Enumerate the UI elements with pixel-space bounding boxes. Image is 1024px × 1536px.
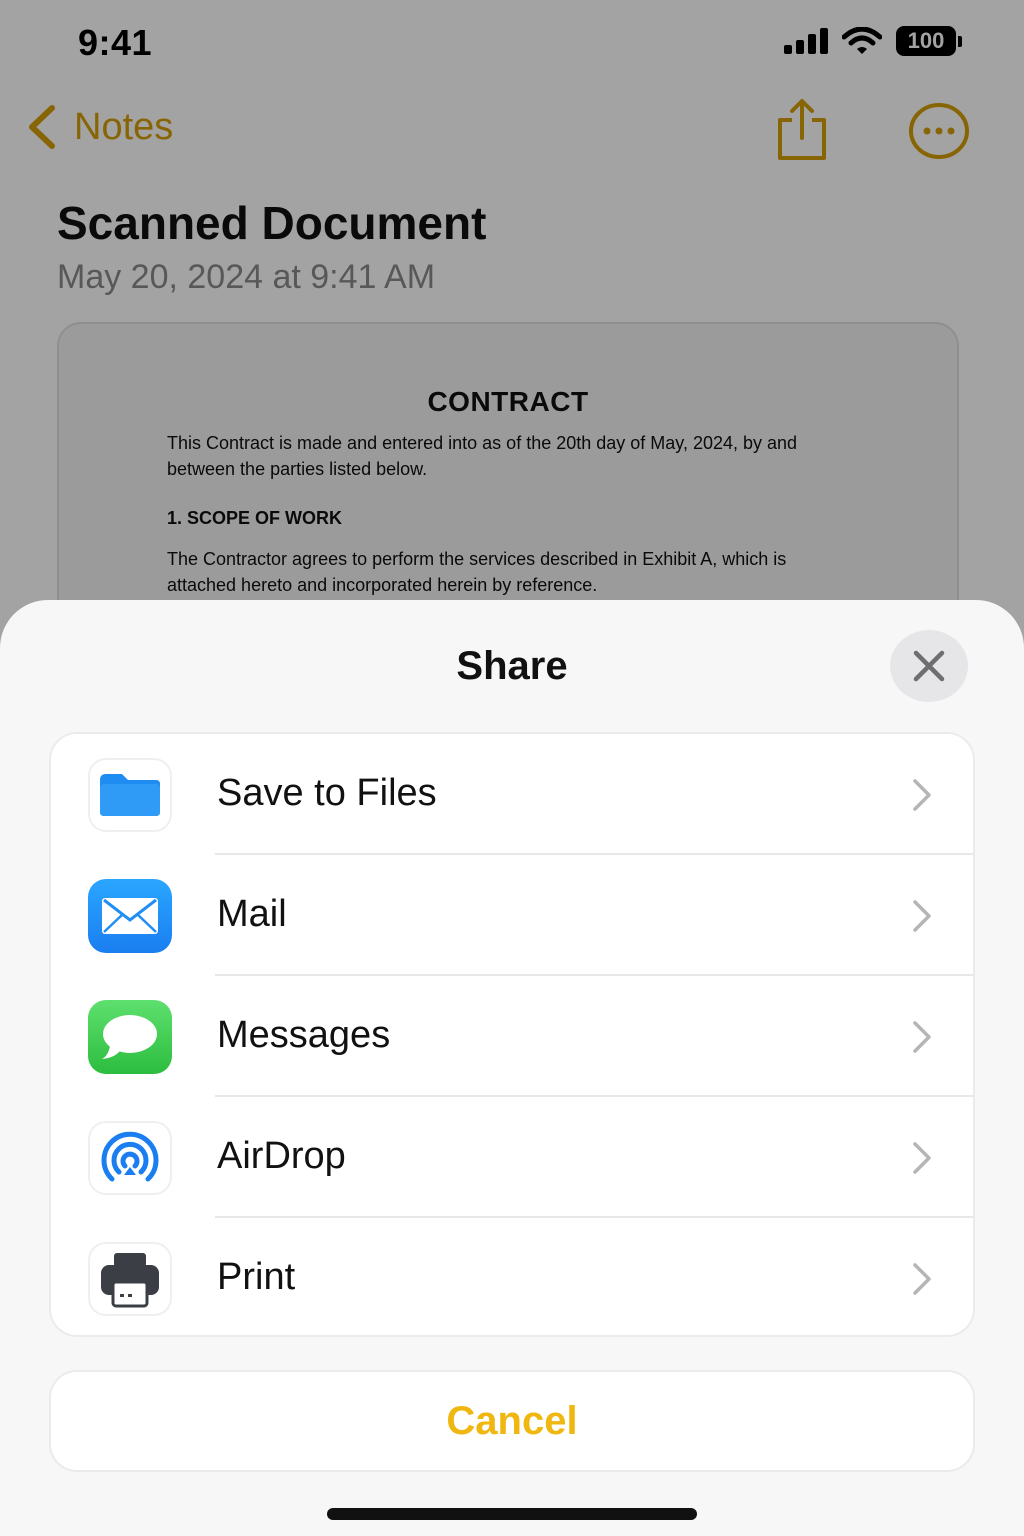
close-icon: [913, 650, 945, 682]
messages-icon: [88, 1000, 172, 1074]
airdrop-icon: [88, 1121, 172, 1195]
chevron-right-icon: [913, 1142, 931, 1174]
messages-row[interactable]: Messages: [51, 976, 973, 1097]
action-label: Save to Files: [217, 772, 437, 814]
chevron-right-icon: [913, 1021, 931, 1053]
close-button[interactable]: [890, 630, 968, 702]
action-label: Messages: [217, 1014, 391, 1056]
mail-row[interactable]: Mail: [51, 855, 973, 976]
action-label: AirDrop: [217, 1135, 346, 1177]
share-actions-list: Save to Files Mail Messages AirDrop Prin…: [49, 732, 975, 1337]
share-sheet: Share Save to Files Mail Messages AirDro…: [0, 600, 1024, 1536]
save-to-files-row[interactable]: Save to Files: [51, 734, 973, 855]
chevron-right-icon: [913, 900, 931, 932]
action-label: Mail: [217, 893, 287, 935]
chevron-right-icon: [913, 779, 931, 811]
home-indicator[interactable]: [327, 1508, 697, 1520]
chevron-right-icon: [913, 1263, 931, 1295]
print-row[interactable]: Print: [51, 1218, 973, 1335]
airdrop-row[interactable]: AirDrop: [51, 1097, 973, 1218]
action-label: Print: [217, 1256, 296, 1298]
folder-icon: [88, 758, 172, 832]
printer-icon: [88, 1242, 172, 1316]
mail-icon: [88, 879, 172, 953]
cancel-button[interactable]: Cancel: [49, 1370, 975, 1472]
share-sheet-title: Share: [456, 644, 568, 688]
